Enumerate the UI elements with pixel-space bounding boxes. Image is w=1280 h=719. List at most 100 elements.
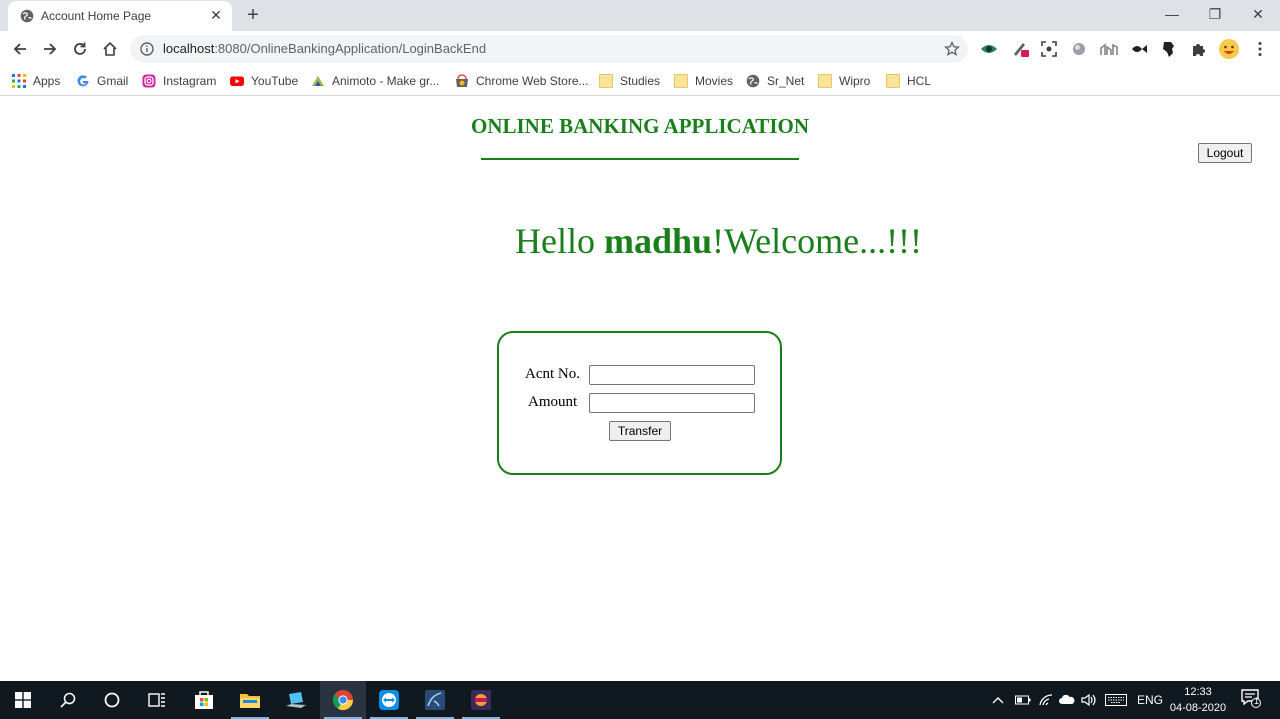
back-button[interactable] [6, 35, 34, 63]
logout-button[interactable]: Logout [1198, 143, 1252, 163]
welcome-message: Hello madhu!Welcome...!!! [515, 220, 922, 262]
bookmark-instagram[interactable]: Instagram [142, 72, 216, 90]
back-arrow-icon [13, 43, 26, 55]
reload-button[interactable] [66, 35, 94, 63]
menu-kebab-icon[interactable] [1251, 40, 1269, 58]
globe-icon [746, 74, 760, 88]
bookmark-label: Gmail [97, 74, 129, 88]
speaker-icon [1081, 693, 1096, 707]
username: madhu [603, 221, 713, 261]
transfer-form: Acnt No. Amount Transfer [497, 331, 782, 475]
bookmark-folder-movies[interactable]: Movies [674, 72, 733, 90]
profile-avatar[interactable] [1218, 38, 1240, 60]
bookmark-sr-net[interactable]: Sr_Net [746, 72, 804, 90]
file-explorer-app[interactable] [227, 681, 273, 719]
puzzle-extensions-icon[interactable] [1190, 40, 1208, 58]
eye-extension-icon[interactable] [980, 40, 998, 58]
info-icon[interactable] [140, 42, 154, 56]
folder-icon [886, 74, 900, 88]
bookmark-label: YouTube [251, 74, 299, 88]
amount-input[interactable] [589, 393, 755, 413]
new-tab-button[interactable]: + [243, 4, 263, 26]
store-app[interactable] [181, 681, 227, 719]
search-icon [60, 692, 76, 708]
bookmark-label: Sr_Net [767, 74, 805, 88]
bookmark-youtube[interactable]: YouTube [230, 72, 298, 90]
bookmark-label: Studies [620, 74, 661, 88]
bookmark-folder-studies[interactable]: Studies [599, 72, 660, 90]
account-number-label: Acnt No. [525, 366, 580, 382]
circle-extension-icon[interactable] [1070, 40, 1088, 58]
folder-icon [818, 74, 832, 88]
wifi-indicator[interactable] [1039, 692, 1053, 708]
forward-button[interactable] [36, 35, 64, 63]
wifi-icon [1039, 694, 1053, 706]
amount-label: Amount [528, 394, 578, 410]
browser-toolbar: localhost:8080/OnlineBankingApplication/… [0, 31, 1280, 67]
bookmark-star-icon[interactable] [944, 41, 960, 57]
tab-close-icon[interactable]: ✕ [208, 7, 224, 23]
notification-count: 1 [1253, 696, 1259, 706]
home-icon [103, 41, 117, 56]
bookmark-label: Animoto - Make gr... [332, 74, 440, 88]
battery-icon [1015, 695, 1031, 705]
reload-icon [74, 42, 86, 55]
chart-extension-icon[interactable] [1100, 40, 1118, 58]
teamviewer-app[interactable] [366, 681, 412, 719]
folder-icon [599, 74, 613, 88]
home-button[interactable] [96, 35, 124, 63]
action-center-button[interactable]: 1 [1241, 689, 1261, 708]
bookmark-label: Wipro [839, 74, 871, 88]
restore-button[interactable]: ❐ [1193, 0, 1237, 28]
clock-time: 12:33 [1184, 686, 1212, 698]
start-button[interactable] [0, 681, 46, 719]
transfer-button[interactable]: Transfer [609, 421, 671, 441]
mysql-workbench-app[interactable] [412, 681, 458, 719]
keyboard-indicator[interactable] [1105, 692, 1127, 708]
bookmarks-bar: Apps Gmail Instagram YouTube Animoto - M… [0, 67, 1280, 96]
bookmark-gmail[interactable]: Gmail [76, 72, 128, 90]
bookmark-folder-hcl[interactable]: HCL [886, 72, 931, 90]
globe-icon [20, 9, 34, 23]
page-title: ONLINE BANKING APPLICATION [471, 114, 809, 138]
windows-logo-icon [15, 692, 31, 708]
bookmark-label: Chrome Web Store... [476, 74, 589, 88]
cortana-button[interactable] [89, 681, 135, 719]
show-hidden-icons-button[interactable] [992, 692, 1004, 708]
apps-grid-icon [12, 74, 26, 88]
chrome-web-store-icon [456, 74, 468, 87]
screenshot-extension-icon[interactable] [1040, 40, 1058, 58]
bookmark-label: Instagram [163, 74, 217, 88]
address-bar[interactable]: localhost:8080/OnlineBankingApplication/… [130, 35, 968, 63]
fish-extension-icon[interactable] [1130, 40, 1148, 58]
chrome-app[interactable] [320, 681, 366, 719]
bookmark-folder-wipro[interactable]: Wipro [818, 72, 870, 90]
instagram-icon [142, 74, 156, 88]
clock[interactable]: 12:33 04-08-2020 [1160, 684, 1236, 716]
account-number-input[interactable] [589, 365, 755, 385]
battery-indicator[interactable] [1015, 692, 1031, 708]
bookmark-chrome-web-store[interactable]: Chrome Web Store... [455, 72, 589, 90]
volume-indicator[interactable] [1081, 692, 1097, 708]
youtube-icon [230, 76, 244, 86]
minimize-button[interactable]: — [1150, 0, 1194, 28]
url-text: localhost:8080/OnlineBankingApplication/… [163, 41, 486, 56]
bookmark-apps[interactable]: Apps [12, 72, 60, 90]
forward-arrow-icon [44, 43, 57, 55]
windows-taskbar: ENG 12:33 04-08-2020 1 [0, 681, 1280, 719]
keyboard-icon [1105, 694, 1127, 706]
bookmark-animoto[interactable]: Animoto - Make gr... [311, 72, 439, 90]
bookmark-label: Apps [33, 74, 61, 88]
pen-extension-icon[interactable] [1011, 40, 1029, 58]
africa-extension-icon[interactable] [1160, 40, 1178, 58]
task-view-button[interactable] [134, 681, 180, 719]
laptop-app[interactable] [273, 681, 319, 719]
game-app[interactable] [458, 681, 504, 719]
tab-account-home[interactable]: Account Home Page ✕ [8, 1, 232, 31]
close-window-button[interactable]: ✕ [1236, 0, 1280, 28]
onedrive-indicator[interactable] [1059, 692, 1075, 708]
search-button[interactable] [45, 681, 91, 719]
cortana-circle-icon [104, 692, 120, 708]
folder-icon [674, 74, 688, 88]
bookmark-label: Movies [695, 74, 734, 88]
